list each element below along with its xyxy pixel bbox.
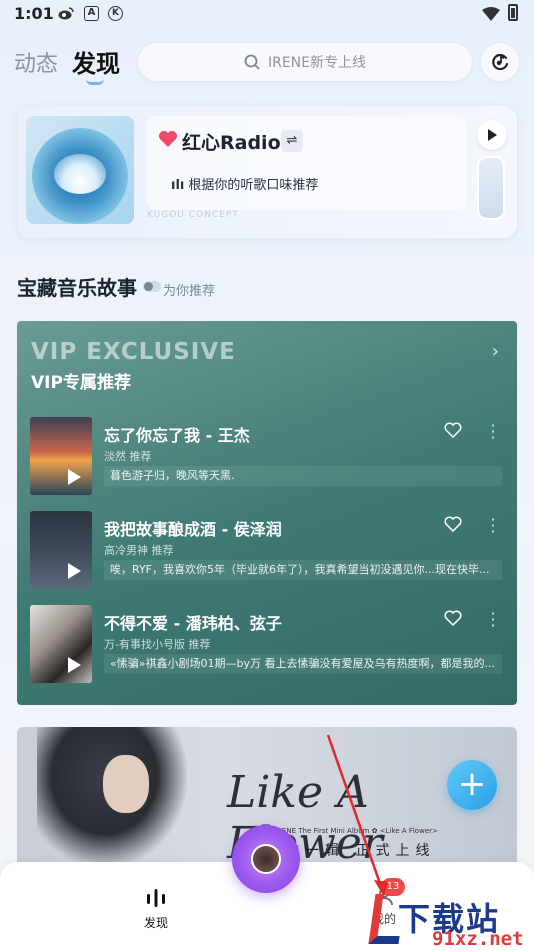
music-recognize-icon bbox=[492, 53, 509, 71]
chevron-right-icon[interactable]: › bbox=[492, 341, 499, 362]
radio-side-slider[interactable] bbox=[477, 156, 505, 220]
radio-title: 红心Radio bbox=[182, 132, 281, 154]
now-playing-disc[interactable] bbox=[232, 825, 300, 893]
nav-faxian-label: 发现 bbox=[143, 916, 168, 930]
tab-dongtai[interactable]: 动态 bbox=[14, 46, 58, 78]
section-title: 宝藏音乐故事 bbox=[17, 276, 137, 300]
add-button[interactable]: + bbox=[447, 760, 497, 810]
a-icon: A bbox=[84, 6, 99, 21]
search-input[interactable]: IRENE新专上线 bbox=[138, 43, 472, 81]
play-icon bbox=[68, 563, 81, 579]
search-placeholder: IRENE新专上线 bbox=[267, 55, 367, 71]
battery-icon bbox=[508, 4, 518, 21]
more-options-icon[interactable]: · · · bbox=[490, 606, 496, 634]
radio-cover bbox=[26, 116, 134, 224]
radio-subtitle: ılı 根据你的听歌口味推荐 bbox=[171, 174, 318, 193]
radio-card[interactable]: 红心Radio ⇌ ılı 根据你的听歌口味推荐 KUGOU CONCEPT bbox=[17, 106, 517, 238]
now-playing-cover bbox=[251, 844, 281, 874]
song-item[interactable]: 我把故事酿成酒 - 侯泽润 高冷男神 推荐 唉，RYF，我喜欢你5年（毕业就6年… bbox=[30, 511, 502, 589]
vip-exclusive-card: VIP EXCLUSIVE VIP专属推荐 › 忘了你忘了我 - 王杰 淡然 推… bbox=[17, 321, 517, 705]
radio-play-button[interactable] bbox=[477, 120, 507, 150]
watermark: 下载站 91xz.net bbox=[368, 880, 534, 950]
play-icon bbox=[68, 469, 81, 485]
watermark-url: 91xz.net bbox=[432, 928, 524, 950]
banner-artist-photo bbox=[37, 727, 187, 867]
song-recommender: 高冷男神 推荐 bbox=[104, 544, 174, 557]
heart-outline-icon[interactable] bbox=[444, 610, 462, 630]
discover-bars-icon bbox=[147, 889, 165, 907]
song-recommender: 万-有事找小号版 推荐 bbox=[104, 638, 211, 651]
vinyl-disc bbox=[32, 128, 128, 224]
radio-info-panel: 红心Radio ⇌ ılı 根据你的听歌口味推荐 bbox=[147, 116, 467, 210]
heart-outline-icon[interactable] bbox=[444, 422, 462, 442]
recommend-toggle[interactable] bbox=[143, 281, 161, 292]
song-recommender: 淡然 推荐 bbox=[104, 450, 152, 463]
heart-icon bbox=[158, 130, 178, 152]
switch-mode-button[interactable]: ⇌ bbox=[281, 130, 303, 152]
song-cover bbox=[30, 511, 92, 589]
song-item[interactable]: 忘了你忘了我 - 王杰 淡然 推荐 暮色游子归，晚风等天黑. · · · bbox=[30, 417, 502, 495]
cloud-art bbox=[54, 154, 106, 194]
vip-subtitle: VIP专属推荐 bbox=[31, 373, 131, 393]
play-icon bbox=[488, 129, 497, 141]
sound-wave-icon: ılı bbox=[171, 178, 185, 193]
heart-outline-icon[interactable] bbox=[444, 516, 462, 536]
tab-faxian[interactable]: 发现 bbox=[72, 44, 120, 79]
vip-title: VIP EXCLUSIVE bbox=[31, 339, 236, 365]
wifi-icon bbox=[482, 6, 500, 25]
more-options-icon[interactable]: · · · bbox=[490, 512, 496, 540]
concept-label: KUGOU CONCEPT bbox=[147, 210, 239, 220]
song-description: «愫骗»祺鑫小剧场01期—by万 看上去愫骗没有爱屋及乌有热度啊，都是我的... bbox=[104, 654, 502, 674]
recognize-music-button[interactable] bbox=[481, 43, 519, 81]
song-description: 暮色游子归，晚风等天黑. bbox=[104, 466, 502, 486]
song-item[interactable]: 不得不爱 - 潘玮柏、弦子 万-有事找小号版 推荐 «愫骗»祺鑫小剧场01期—b… bbox=[30, 605, 502, 683]
weibo-icon bbox=[58, 6, 74, 21]
banner-face bbox=[103, 755, 149, 813]
more-options-icon[interactable]: · · · bbox=[490, 418, 496, 446]
tab-active-indicator bbox=[86, 79, 104, 85]
status-bar: 1:01 A K bbox=[0, 0, 534, 28]
song-cover bbox=[30, 605, 92, 683]
status-time: 1:01 bbox=[14, 4, 54, 23]
search-icon bbox=[244, 54, 260, 70]
song-title: 我把故事酿成酒 - 侯泽润 bbox=[104, 520, 282, 539]
song-cover bbox=[30, 417, 92, 495]
play-icon bbox=[68, 657, 81, 673]
song-title: 忘了你忘了我 - 王杰 bbox=[104, 426, 250, 445]
banner-release-text: 你一辑 正式上线 bbox=[285, 843, 436, 859]
nav-faxian[interactable]: 发现 bbox=[140, 888, 172, 931]
song-description: 唉，RYF，我喜欢你5年（毕业就6年了），我真希望当初没遇见你...现在快毕..… bbox=[104, 560, 502, 580]
k-icon: K bbox=[108, 6, 123, 21]
radio-subtitle-text: 根据你的听歌口味推荐 bbox=[188, 178, 319, 193]
section-subtitle: 为你推荐 bbox=[163, 284, 216, 299]
banner-album-line: IRENE The First Mini Album ✿ <Like A Flo… bbox=[275, 827, 438, 835]
song-title: 不得不爱 - 潘玮柏、弦子 bbox=[104, 614, 282, 633]
